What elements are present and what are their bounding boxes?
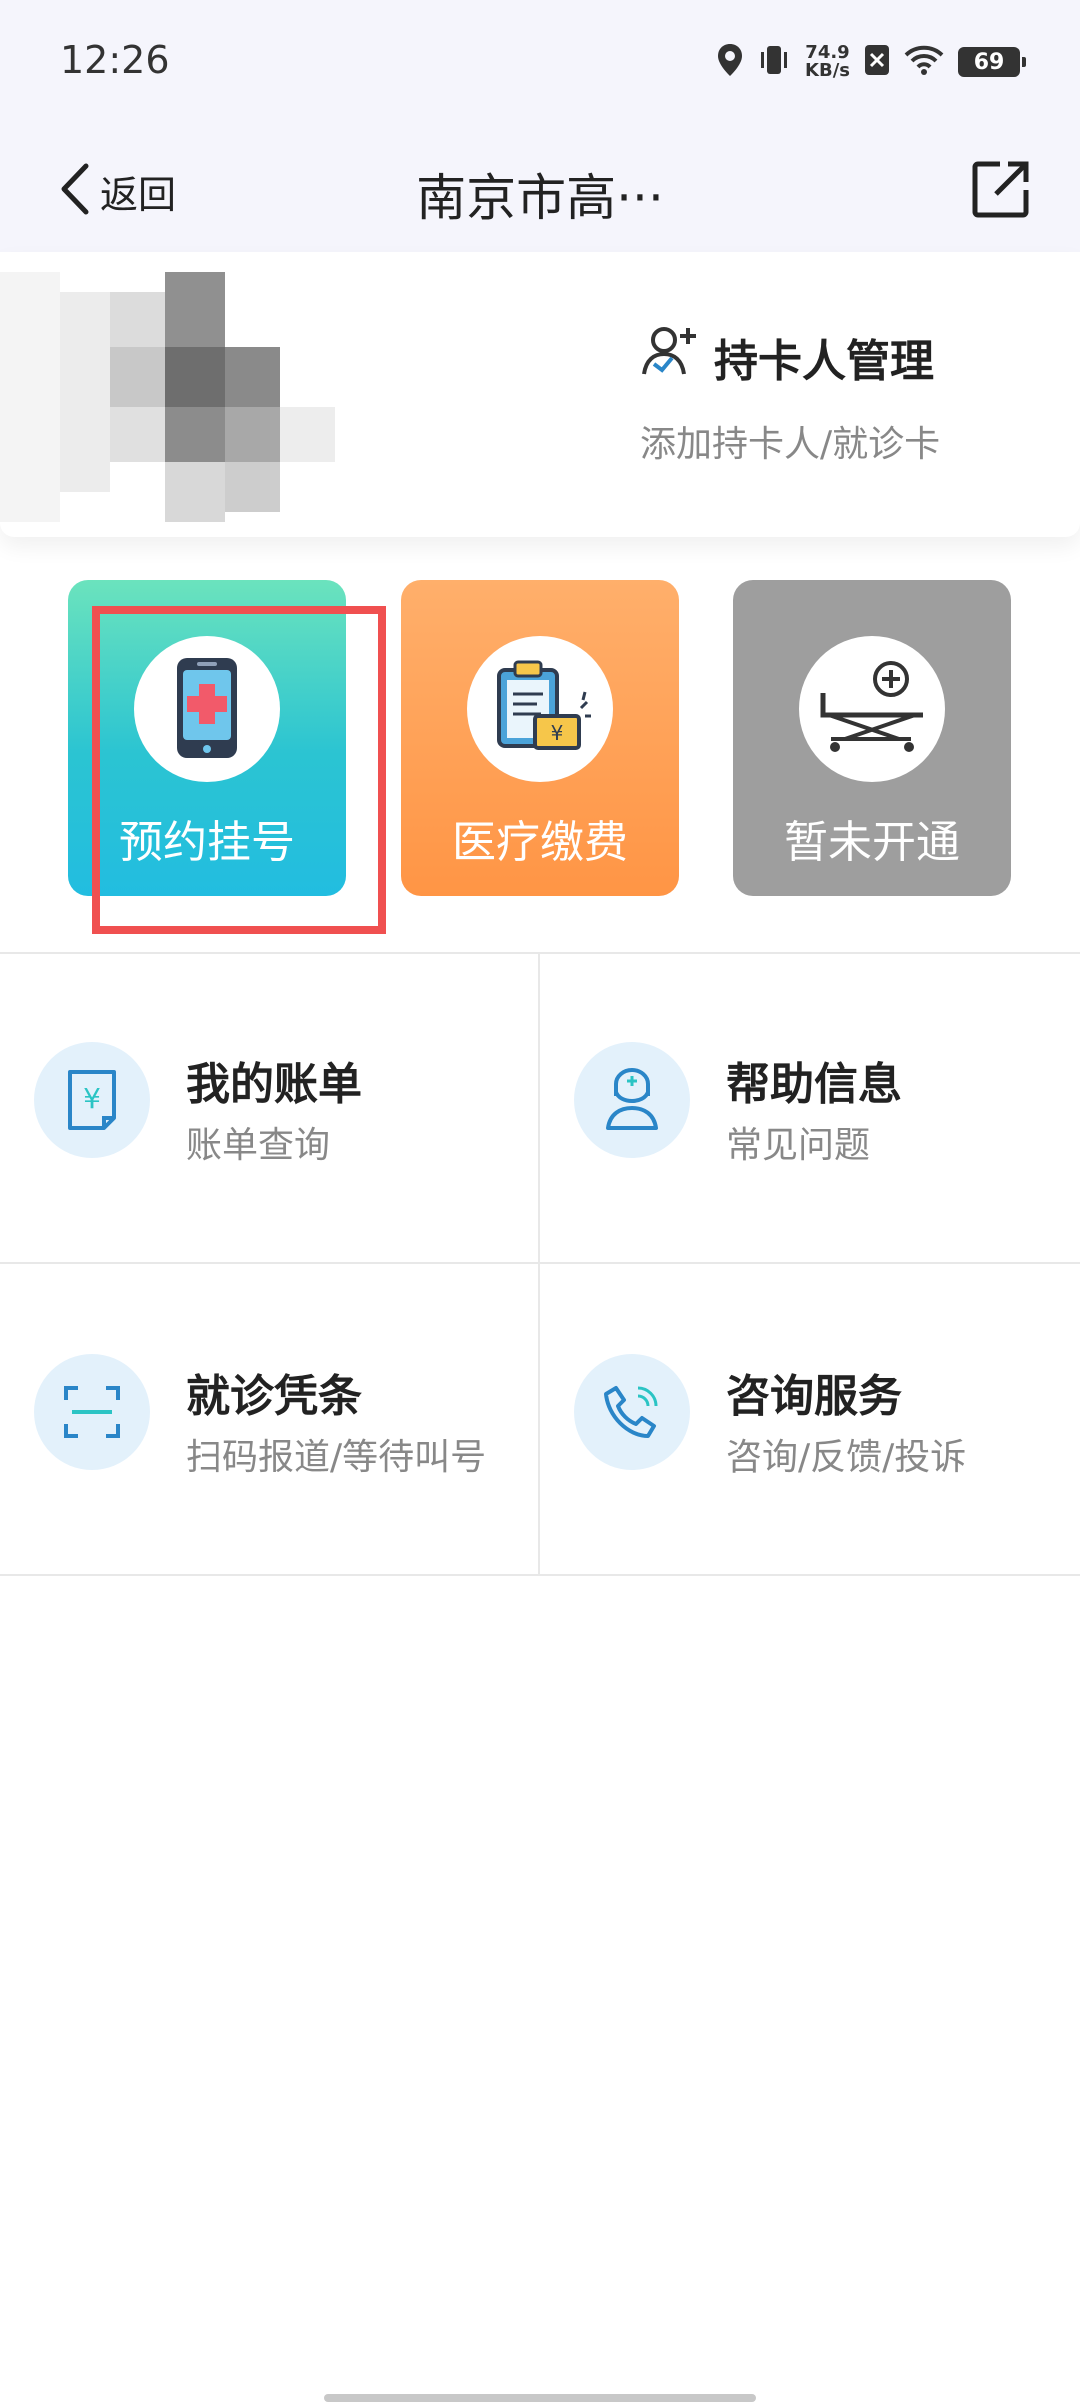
- wifi-icon: [904, 44, 944, 80]
- status-bar: 12:26 74.9 KB/s 69: [0, 0, 1080, 130]
- phone-icon: [574, 1354, 690, 1470]
- avatar: [0, 272, 340, 522]
- sim-disabled-icon: [864, 44, 890, 80]
- grid-item-subtitle: 扫码报道/等待叫号: [186, 1437, 487, 1478]
- card-holder-title-row: 持卡人管理: [640, 324, 940, 389]
- navigation-bar: 返回 南京市高···: [0, 140, 1080, 240]
- battery-indicator: 69: [958, 47, 1026, 77]
- service-grid: ¥ 我的账单 账单查询 帮助信息 常见问题 就诊凭条 扫码报道/等待叫号 咨询服…: [0, 952, 1080, 1576]
- location-icon: [717, 43, 743, 81]
- grid-item-help[interactable]: 帮助信息 常见问题: [540, 952, 1078, 1262]
- hospital-bed-icon: [799, 636, 945, 782]
- grid-item-title: 就诊凭条: [186, 1371, 362, 1422]
- svg-text:¥: ¥: [83, 1082, 101, 1115]
- doctor-icon: [574, 1042, 690, 1158]
- external-link-icon: [970, 161, 1032, 224]
- grid-item-subtitle: 咨询/反馈/投诉: [726, 1437, 967, 1478]
- grid-item-receipt[interactable]: 就诊凭条 扫码报道/等待叫号: [0, 1264, 538, 1574]
- home-indicator[interactable]: [324, 2394, 756, 2402]
- grid-item-subtitle: 常见问题: [726, 1125, 871, 1166]
- svg-text:¥: ¥: [551, 721, 564, 745]
- card-holder-title: 持卡人管理: [714, 335, 934, 387]
- card-header: 持卡人管理 添加持卡人/就诊卡: [0, 252, 1080, 537]
- grid-item-consult[interactable]: 咨询服务 咨询/反馈/投诉: [540, 1264, 1078, 1574]
- grid-item-title: 帮助信息: [726, 1059, 902, 1110]
- tile-not-available-label: 暂未开通: [784, 817, 960, 868]
- share-button[interactable]: [970, 158, 1032, 224]
- scan-icon: [34, 1354, 150, 1470]
- tile-not-available[interactable]: 暂未开通: [733, 580, 1011, 896]
- bill-icon: ¥: [34, 1042, 150, 1158]
- back-label: 返回: [100, 172, 177, 217]
- grid-divider-bottom: [0, 1574, 1080, 1576]
- page-title: 南京市高···: [416, 169, 664, 227]
- tile-payment-label: 医疗缴费: [452, 817, 628, 868]
- card-holder-subtitle: 添加持卡人/就诊卡: [640, 424, 941, 465]
- net-speed-unit: KB/s: [805, 60, 850, 81]
- vibrate-icon: [757, 43, 791, 81]
- grid-item-subtitle: 账单查询: [186, 1125, 331, 1166]
- back-button[interactable]: 返回: [58, 162, 176, 220]
- status-icons: 74.9 KB/s 69: [717, 40, 1026, 84]
- tile-payment[interactable]: ¥ 医疗缴费: [401, 580, 679, 896]
- add-user-icon: [640, 324, 698, 389]
- status-time: 12:26: [60, 38, 170, 82]
- grid-item-title: 咨询服务: [726, 1371, 902, 1422]
- grid-item-title: 我的账单: [186, 1059, 362, 1110]
- highlight-box: [92, 606, 386, 934]
- grid-item-my-bill[interactable]: ¥ 我的账单 账单查询: [0, 952, 538, 1262]
- card-holder-management[interactable]: 持卡人管理 添加持卡人/就诊卡: [640, 324, 940, 467]
- clipboard-payment-icon: ¥: [467, 636, 613, 782]
- chevron-left-icon: [58, 162, 92, 220]
- net-speed: 74.9 KB/s: [805, 44, 850, 80]
